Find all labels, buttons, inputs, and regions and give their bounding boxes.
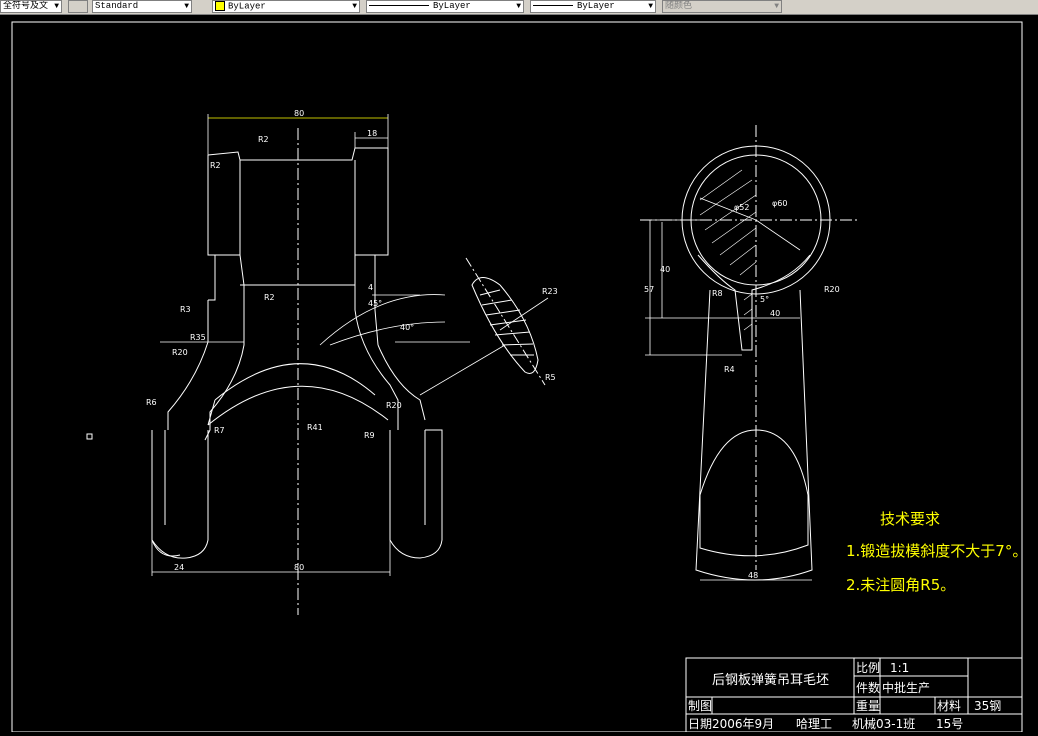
date-value: 日期2006年9月 <box>688 717 774 731</box>
dim-r23: R23 <box>542 287 558 296</box>
dim-r2-b: R2 <box>258 135 269 144</box>
dim-angle-5: 5° <box>760 295 769 304</box>
dim-r6: R6 <box>146 398 157 407</box>
scale-value: 1:1 <box>890 661 909 675</box>
dim-angle-40: 40° <box>400 323 414 332</box>
color-swatch-icon <box>215 1 225 11</box>
school-name: 哈理工 <box>796 717 832 731</box>
material-label: 材料 <box>937 699 961 713</box>
text-style-dropdown[interactable]: Standard ▼ <box>92 0 192 13</box>
dim-r35: R35 <box>190 333 206 342</box>
dim-r7: R7 <box>214 426 225 435</box>
side-view <box>640 125 860 581</box>
layer-label-cut[interactable]: 全符号及文 ▼ <box>0 0 62 13</box>
section-view <box>465 257 546 386</box>
dim-r20-right: R20 <box>824 285 840 294</box>
dim-r8: R8 <box>712 289 723 298</box>
dim-40-vertical: 40 <box>660 265 670 274</box>
dim-r2-c: R2 <box>264 293 275 302</box>
crosshair-cursor-icon <box>86 433 93 440</box>
number-value: 15号 <box>936 717 963 731</box>
material-value: 35钢 <box>974 699 1001 713</box>
dim-width-right: 18 <box>367 129 377 138</box>
properties-toolbar: 全符号及文 ▼ Standard ▼ ByLayer ▼ ByLayer ▼ ByLay… <box>0 0 1038 15</box>
dim-bottom-80: 80 <box>294 563 304 572</box>
technical-notes: 技术要求 1.锻造拔模斜度不大于7°。 2.未注圆角R5。 <box>846 510 1027 594</box>
linetype-dropdown[interactable]: ByLayer ▼ <box>366 0 524 13</box>
dim-r3: R3 <box>180 305 191 314</box>
side-view-dimensions <box>645 197 812 581</box>
dim-r4: R4 <box>724 365 735 374</box>
dim-angle-45: 45° <box>368 299 382 308</box>
drawing-frame <box>11 21 1023 733</box>
title-block-text: 后钢板弹簧吊耳毛坯 比例 1:1 件数 中批生产 重量 材料 35钢 制图 日期… <box>688 661 1001 731</box>
dim-r20-mid: R20 <box>386 401 402 410</box>
part-name: 后钢板弹簧吊耳毛坯 <box>712 672 829 688</box>
dim-r41: R41 <box>307 423 323 432</box>
dim-r2-a: R2 <box>210 161 221 170</box>
dim-bottom-24: 24 <box>174 563 184 572</box>
qty-label: 件数 <box>856 680 880 695</box>
scale-label: 比例 <box>856 661 880 675</box>
front-view <box>151 128 443 615</box>
cad-drawing[interactable]: 80 18 R2 R2 R2 R3 R35 R20 R6 R7 R41 R20 … <box>0 14 1038 733</box>
lineweight-preview-icon <box>533 5 573 7</box>
dim-r20-left: R20 <box>172 348 188 357</box>
notes-heading: 技术要求 <box>880 510 940 528</box>
drawing-canvas[interactable]: 80 18 R2 R2 R2 R3 R35 R20 R6 R7 R41 R20 … <box>0 14 1038 733</box>
color-dropdown[interactable]: ByLayer ▼ <box>212 0 360 13</box>
lineweight-dropdown[interactable]: ByLayer ▼ <box>530 0 656 13</box>
dim-bottom-48: 48 <box>748 571 758 580</box>
class-value: 机械03-1班 <box>852 716 915 731</box>
dim-57: 57 <box>644 285 654 294</box>
dim-40-horizontal: 40 <box>770 309 780 318</box>
drawn-label: 制图 <box>688 699 712 713</box>
dim-width-top: 80 <box>294 109 304 118</box>
notes-line-1: 1.锻造拔模斜度不大于7°。 <box>846 542 1027 560</box>
linetype-preview-icon <box>369 5 429 7</box>
text-style-icon[interactable] <box>68 0 88 13</box>
weight-label: 重量 <box>856 699 880 713</box>
dim-phi52: φ52 <box>734 203 749 212</box>
front-view-dimensions <box>151 114 549 576</box>
dim-4: 4 <box>368 283 373 292</box>
dim-r9: R9 <box>364 431 375 440</box>
qty-value: 中批生产 <box>882 680 930 695</box>
dim-r5: R5 <box>545 373 556 382</box>
notes-line-2: 2.未注圆角R5。 <box>846 576 955 594</box>
dim-phi60: φ60 <box>772 199 787 208</box>
plotstyle-dropdown: 随颜色 ▼ <box>662 0 782 13</box>
